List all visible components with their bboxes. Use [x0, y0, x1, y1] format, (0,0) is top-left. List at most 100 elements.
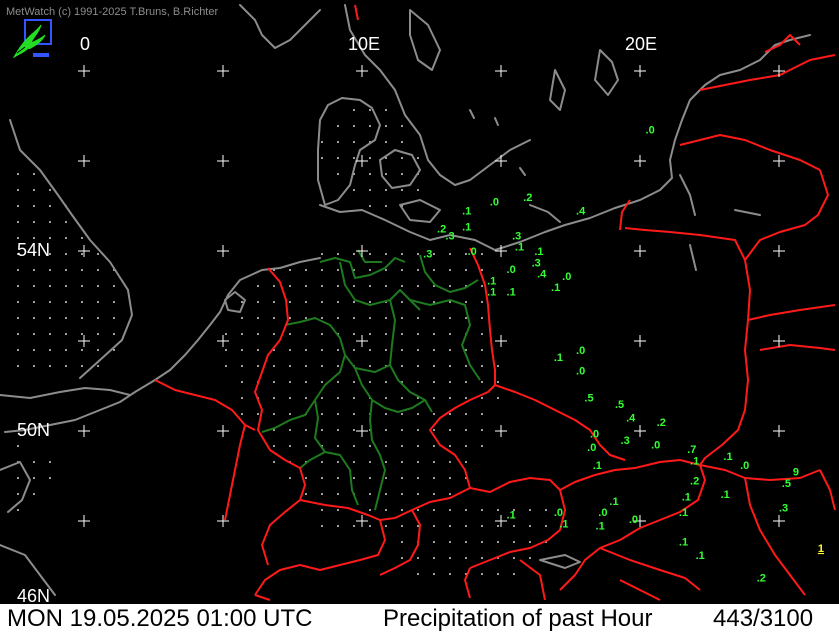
station-dot: [545, 509, 547, 511]
grid-cross: [495, 515, 507, 527]
station-dot: [49, 461, 51, 463]
station-dot: [81, 317, 83, 319]
station-dot: [369, 125, 371, 127]
station-dot: [321, 285, 323, 287]
station-dot: [353, 381, 355, 383]
station-dot: [33, 461, 35, 463]
station-dot: [401, 477, 403, 479]
station-dot: [17, 285, 19, 287]
station-dot: [305, 301, 307, 303]
station-dot: [17, 317, 19, 319]
station-dot: [337, 413, 339, 415]
station-dot: [353, 525, 355, 527]
station-dot: [401, 317, 403, 319]
station-dot: [417, 557, 419, 559]
station-dot: [65, 301, 67, 303]
country-border: [154, 379, 256, 431]
precip-value: .3: [779, 503, 788, 515]
coastline: [0, 387, 131, 399]
station-dot: [289, 381, 291, 383]
grid-cross: [356, 515, 368, 527]
station-dot: [353, 413, 355, 415]
state-border: [354, 367, 426, 413]
station-dot: [305, 493, 307, 495]
station-dot: [513, 573, 515, 575]
grid-cross: [773, 425, 785, 437]
station-dot: [449, 253, 451, 255]
station-dot: [385, 205, 387, 207]
station-dot: [305, 397, 307, 399]
station-dot: [417, 445, 419, 447]
country-border: [254, 519, 386, 596]
precip-value: .4: [626, 413, 636, 425]
state-border: [284, 317, 391, 373]
station-dot: [369, 189, 371, 191]
precip-value: .1: [462, 221, 471, 233]
station-dot: [433, 253, 435, 255]
station-dot: [369, 317, 371, 319]
station-dot: [417, 525, 419, 527]
station-dot: [49, 189, 51, 191]
station-dot: [353, 429, 355, 431]
station-dot: [449, 349, 451, 351]
station-dot: [449, 381, 451, 383]
station-dot: [49, 269, 51, 271]
grid-cross: [217, 155, 229, 167]
station-dot: [289, 365, 291, 367]
station-dot: [81, 237, 83, 239]
station-dot: [17, 301, 19, 303]
station-dot: [337, 477, 339, 479]
station-dot: [305, 317, 307, 319]
station-dot: [417, 477, 419, 479]
station-dot: [417, 253, 419, 255]
station-dot: [433, 461, 435, 463]
station-dot: [353, 141, 355, 143]
precip-value: .1: [551, 282, 560, 294]
station-dot: [401, 333, 403, 335]
station-dot: [337, 125, 339, 127]
precip-value: .0: [598, 507, 607, 519]
station-dot: [497, 397, 499, 399]
station-dot: [289, 397, 291, 399]
station-dot: [113, 317, 115, 319]
country-border: [494, 384, 626, 461]
station-dot: [113, 301, 115, 303]
station-dot: [273, 413, 275, 415]
station-dot: [385, 189, 387, 191]
station-dot: [17, 173, 19, 175]
station-dot: [33, 317, 35, 319]
station-dot: [385, 493, 387, 495]
station-dot: [369, 493, 371, 495]
station-dot: [33, 221, 35, 223]
station-dot: [385, 461, 387, 463]
station-dot: [369, 349, 371, 351]
station-dot: [449, 461, 451, 463]
station-dot: [81, 349, 83, 351]
country-border: [429, 384, 496, 489]
station-dot: [417, 333, 419, 335]
station-dot: [353, 445, 355, 447]
station-dot: [321, 525, 323, 527]
station-dot: [401, 141, 403, 143]
station-dot: [65, 349, 67, 351]
station-dot: [97, 349, 99, 351]
station-dot: [369, 109, 371, 111]
station-dot: [433, 397, 435, 399]
station-dot: [449, 397, 451, 399]
station-dot: [321, 509, 323, 511]
station-dot: [465, 525, 467, 527]
coastline: [734, 209, 761, 216]
precip-value: .1: [696, 550, 705, 562]
station-dot: [433, 509, 435, 511]
grid-cross: [495, 425, 507, 437]
station-dot: [33, 477, 35, 479]
precip-value: .1: [679, 507, 688, 519]
station-dot: [433, 413, 435, 415]
station-dot: [385, 109, 387, 111]
grid-cross: [495, 335, 507, 347]
precip-value: .3: [445, 230, 454, 242]
precip-value: .0: [740, 460, 749, 472]
coastline: [529, 204, 561, 223]
station-dot: [417, 573, 419, 575]
station-dot: [113, 349, 115, 351]
